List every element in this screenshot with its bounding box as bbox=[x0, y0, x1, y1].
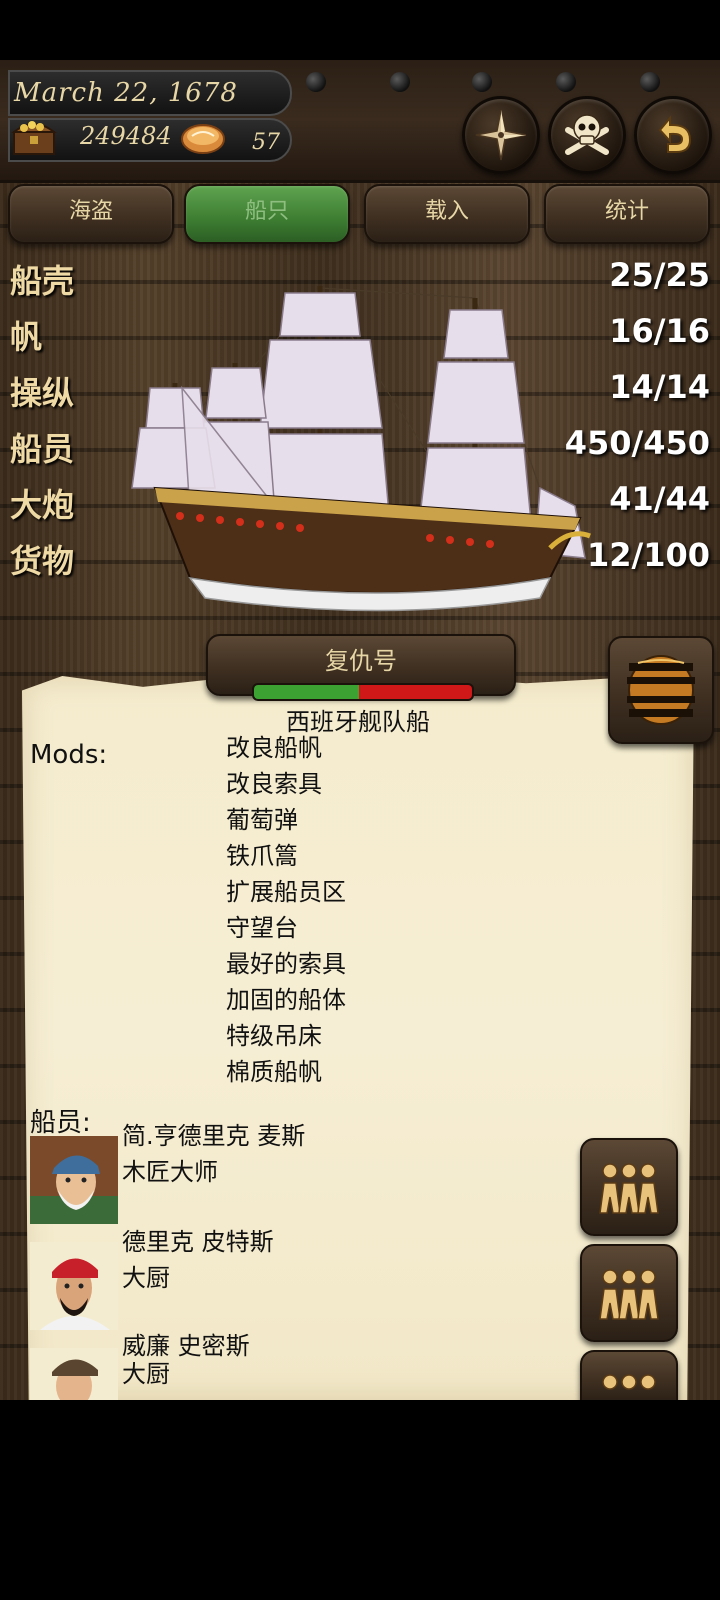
crew-group-icon bbox=[599, 1269, 659, 1320]
crew-group-icon bbox=[599, 1163, 659, 1214]
pirate-flag-button[interactable] bbox=[548, 96, 626, 174]
stat-value-crew: 450/450 bbox=[564, 424, 710, 462]
stat-value-hull: 25/25 bbox=[609, 256, 710, 294]
crew-name: 德里克 皮特斯 bbox=[122, 1228, 274, 1256]
crew-assign-button[interactable] bbox=[580, 1350, 678, 1402]
mods-label: Mods: bbox=[30, 740, 108, 770]
skull-crossbones-icon bbox=[565, 114, 609, 155]
crew-role: 木匠大师 bbox=[122, 1158, 218, 1186]
mod-item: 最好的索具 bbox=[226, 950, 346, 978]
compass-icon bbox=[475, 109, 527, 161]
rivet bbox=[390, 72, 410, 92]
mod-item: 特级吊床 bbox=[226, 1022, 322, 1050]
gold-count: 249484 bbox=[80, 122, 172, 150]
back-button[interactable] bbox=[634, 96, 712, 174]
stat-value-sails: 16/16 bbox=[609, 312, 710, 350]
stat-value-cannons: 41/44 bbox=[609, 480, 710, 518]
tab-ships[interactable]: 船只 bbox=[184, 184, 350, 244]
crew-portrait bbox=[30, 1136, 118, 1224]
return-arrow-icon bbox=[658, 115, 692, 153]
food-count: 57 bbox=[252, 130, 280, 155]
stat-label-crew: 船员 bbox=[10, 430, 75, 468]
rivet bbox=[556, 72, 576, 92]
mod-item: 葡萄弹 bbox=[226, 806, 298, 834]
stat-label-cannons: 大炮 bbox=[10, 486, 75, 524]
stat-label-sails: 帆 bbox=[10, 318, 43, 356]
rivet bbox=[306, 72, 326, 92]
mod-item: 改良索具 bbox=[226, 770, 322, 798]
mod-item: 加固的船体 bbox=[226, 986, 346, 1014]
mod-item: 扩展船员区 bbox=[226, 878, 346, 906]
health-bar-green bbox=[254, 685, 359, 699]
stat-value-cargo: 12/100 bbox=[586, 536, 710, 574]
treasure-chest-icon bbox=[11, 121, 57, 155]
stat-value-handling: 14/14 bbox=[609, 368, 710, 406]
stat-label-cargo: 货物 bbox=[10, 542, 75, 580]
screen-bottom bbox=[0, 1400, 720, 1600]
ship-type: 西班牙舰队船 bbox=[286, 708, 430, 736]
rivet bbox=[640, 72, 660, 92]
date-label: March 22, 1678 bbox=[14, 78, 238, 108]
crew-assign-button[interactable] bbox=[580, 1138, 678, 1236]
tab-pirates[interactable]: 海盗 bbox=[8, 184, 174, 244]
crew-name: 威廉 史密斯 bbox=[122, 1332, 250, 1360]
mod-item: 棉质船帆 bbox=[226, 1058, 322, 1086]
ship-illustration bbox=[131, 286, 591, 612]
mod-item: 改良船帆 bbox=[226, 734, 322, 762]
crew-assign-button[interactable] bbox=[580, 1244, 678, 1342]
ship-health-bar bbox=[252, 683, 474, 701]
crew-name: 简.亨德里克 麦斯 bbox=[122, 1122, 306, 1150]
health-bar-red bbox=[358, 685, 472, 699]
crew-role-clip: 大厨 bbox=[122, 1362, 322, 1400]
crew-portrait bbox=[30, 1242, 118, 1330]
mod-item: 守望台 bbox=[226, 914, 298, 942]
crew-role: 大厨 bbox=[122, 1264, 170, 1292]
crew-label: 船员: bbox=[30, 1108, 91, 1138]
crew-role: 大厨 bbox=[122, 1362, 170, 1388]
compass-button[interactable] bbox=[462, 96, 540, 174]
crew-group-icon bbox=[602, 1374, 656, 1390]
food-icon bbox=[181, 124, 225, 154]
mod-item: 铁爪篙 bbox=[226, 842, 298, 870]
crew-portrait bbox=[30, 1348, 118, 1400]
rivet bbox=[472, 72, 492, 92]
stat-label-hull: 船壳 bbox=[10, 262, 75, 300]
tab-stats[interactable]: 统计 bbox=[544, 184, 710, 244]
tab-load[interactable]: 载入 bbox=[364, 184, 530, 244]
stat-label-handling: 操纵 bbox=[10, 374, 75, 412]
